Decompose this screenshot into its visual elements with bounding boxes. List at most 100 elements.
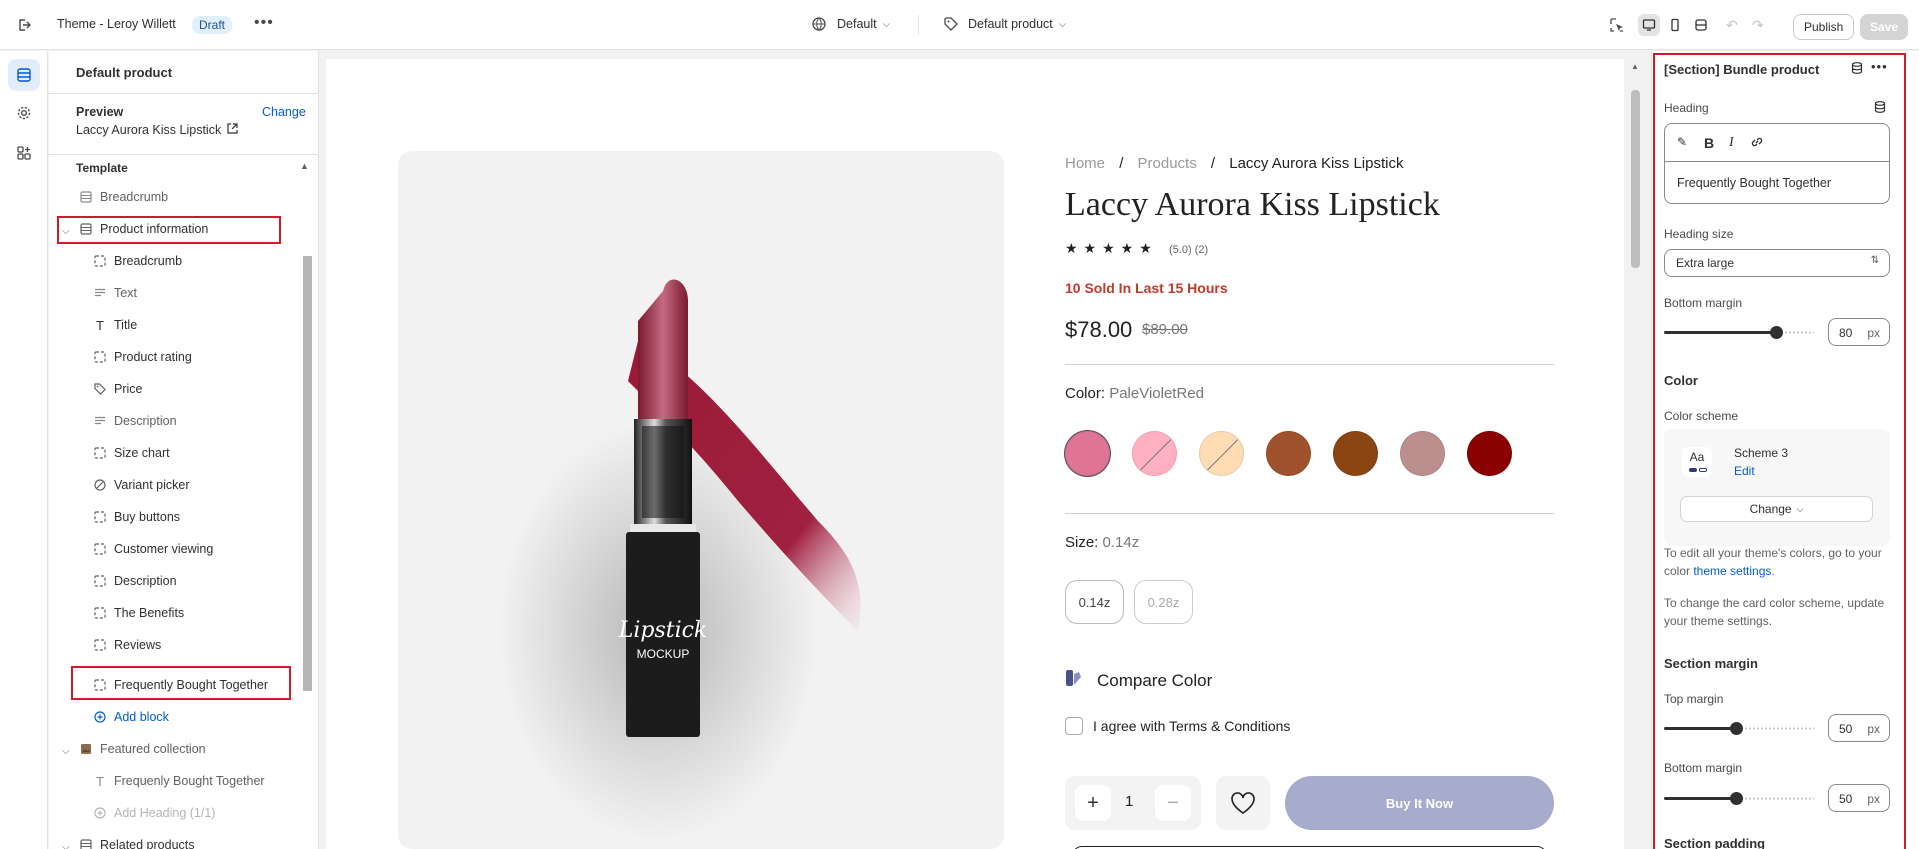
product-select[interactable]: Default product ⌵ <box>944 17 1066 31</box>
chevron-down-icon: ⌵ <box>1058 18 1067 30</box>
block-icon <box>93 574 107 588</box>
tree-item-price[interactable]: Price <box>93 375 318 403</box>
desktop-icon <box>1642 19 1656 31</box>
tree-item-text[interactable]: Text <box>93 279 318 307</box>
collapse-icon[interactable]: ▲ <box>300 161 309 171</box>
tree-item-label: Related products <box>100 838 195 849</box>
panel-scrollbar-track <box>1908 53 1919 849</box>
inspector-icon[interactable] <box>1609 17 1625 33</box>
redo-icon[interactable]: ↷ <box>1752 17 1764 34</box>
color-swatch[interactable] <box>1266 431 1311 476</box>
more-icon[interactable]: ••• <box>254 14 274 32</box>
tree-item-label: The Benefits <box>114 606 185 620</box>
tree-item-breadcrumb-section[interactable]: Breadcrumb <box>79 183 318 211</box>
tree-item-label: Size chart <box>114 446 170 460</box>
section-sidebar: Default product Preview Change Laccy Aur… <box>49 51 319 849</box>
tree-item-size-chart[interactable]: Size chart <box>93 439 318 467</box>
tree-item-variant-picker[interactable]: Variant picker <box>93 471 318 499</box>
rating-count: (2) <box>1194 244 1209 256</box>
publish-button[interactable]: Publish <box>1793 14 1855 40</box>
block-icon <box>93 510 107 524</box>
breadcrumb-products[interactable]: Products <box>1138 155 1197 172</box>
change-preview-link[interactable]: Change <box>262 105 306 119</box>
exit-icon[interactable] <box>16 17 32 33</box>
preview-product-link[interactable]: Laccy Aurora Kiss Lipstick <box>76 123 238 137</box>
tree-item-featured-collection[interactable]: Featured collection <box>79 735 318 763</box>
sidebar-title: Default product <box>76 65 173 80</box>
tree-item-label: Description <box>114 574 177 588</box>
compare-icon <box>1065 669 1083 692</box>
chevron-down-icon[interactable]: ⌵ <box>62 842 70 849</box>
compare-color-link[interactable]: Compare Color <box>1065 669 1212 692</box>
color-swatch[interactable] <box>1199 431 1244 476</box>
breadcrumb: Home / Products / Laccy Aurora Kiss Lips… <box>1065 155 1404 172</box>
scroll-up-icon[interactable]: ▲ <box>1631 62 1639 71</box>
size-option-0[interactable]: 0.14z <box>1065 580 1124 624</box>
tree-item-the-benefits[interactable]: The Benefits <box>93 599 318 627</box>
sections-icon[interactable] <box>8 59 40 91</box>
color-swatch[interactable] <box>1467 431 1512 476</box>
preview-scrollbar[interactable]: ▲ <box>1628 58 1642 849</box>
terms-checkbox[interactable] <box>1065 717 1083 735</box>
add-block-button[interactable]: Add block <box>93 703 318 731</box>
title-icon: T <box>96 317 104 333</box>
undo-icon[interactable]: ↶ <box>1726 17 1738 34</box>
chevron-down-icon[interactable]: ⌵ <box>62 746 70 757</box>
divider <box>49 154 318 155</box>
color-swatch[interactable] <box>1400 431 1445 476</box>
tree-item-buy-buttons[interactable]: Buy buttons <box>93 503 318 531</box>
fullwidth-view-button[interactable] <box>1690 14 1712 36</box>
highlight-box <box>57 216 281 244</box>
mockup-caption-text: MOCKUP <box>637 647 690 661</box>
compare-color-label: Compare Color <box>1097 670 1213 690</box>
highlight-box <box>71 666 291 700</box>
product-select-label: Default product <box>968 17 1053 31</box>
tree-item-title[interactable]: T Title <box>93 311 318 339</box>
rating-value: (5.0) <box>1169 244 1192 256</box>
apps-icon[interactable] <box>8 137 40 169</box>
top-bar: Theme - Leroy Willett Draft ••• Default … <box>0 0 1919 50</box>
unavailable-strike <box>1202 435 1242 475</box>
tree-item-reviews[interactable]: Reviews <box>93 631 318 659</box>
tree-item-label: Variant picker <box>114 478 190 492</box>
increase-button[interactable]: + <box>1075 785 1111 821</box>
title-icon: T <box>96 773 104 789</box>
terms-checkbox-row[interactable]: I agree with Terms & Conditions <box>1065 717 1290 735</box>
save-button[interactable]: Save <box>1860 14 1909 40</box>
tree-item-product-rating[interactable]: Product rating <box>93 343 318 371</box>
template-select[interactable]: Default ⌵ <box>812 17 890 31</box>
buy-now-button[interactable]: Buy It Now <box>1285 776 1554 830</box>
tree-item-description[interactable]: Description <box>93 407 318 435</box>
sidebar-scrollbar[interactable] <box>303 256 312 691</box>
highlight-box <box>1653 53 1906 849</box>
tree-item-customer-viewing[interactable]: Customer viewing <box>93 535 318 563</box>
color-swatch[interactable] <box>1065 431 1110 476</box>
mobile-view-button[interactable] <box>1664 14 1686 36</box>
color-swatch[interactable] <box>1132 431 1177 476</box>
preview-scroll-thumb[interactable] <box>1631 90 1640 268</box>
color-swatch[interactable] <box>1333 431 1378 476</box>
color-value: PaleVioletRed <box>1109 385 1204 402</box>
section-icon <box>79 838 93 849</box>
size-option-1[interactable]: 0.28z <box>1134 580 1193 624</box>
breadcrumb-home[interactable]: Home <box>1065 155 1105 172</box>
block-icon <box>93 446 107 460</box>
gear-icon[interactable] <box>8 97 40 129</box>
divider <box>918 15 919 35</box>
plus-circle-icon <box>93 710 107 724</box>
add-heading-button: Add Heading (1/1) <box>93 799 318 827</box>
unavailable-strike <box>1135 435 1175 475</box>
terms-label: I agree with Terms & Conditions <box>1093 718 1291 734</box>
tree-item-frequenly-bought-together-heading[interactable]: T Frequenly Bought Together <box>93 767 318 795</box>
left-rail <box>0 51 48 849</box>
wishlist-button[interactable] <box>1216 776 1270 830</box>
decrease-button[interactable]: − <box>1155 785 1191 821</box>
tree-item-breadcrumb-block[interactable]: Breadcrumb <box>93 247 318 275</box>
tree-item-label: Buy buttons <box>114 510 181 524</box>
tree-item-related-products[interactable]: Related products <box>79 831 318 849</box>
desktop-view-button[interactable] <box>1638 14 1660 36</box>
divider <box>49 93 318 94</box>
tree-item-description-block[interactable]: Description <box>93 567 318 595</box>
product-image: Lipstick MOCKUP <box>398 151 1004 849</box>
block-icon <box>93 606 107 620</box>
